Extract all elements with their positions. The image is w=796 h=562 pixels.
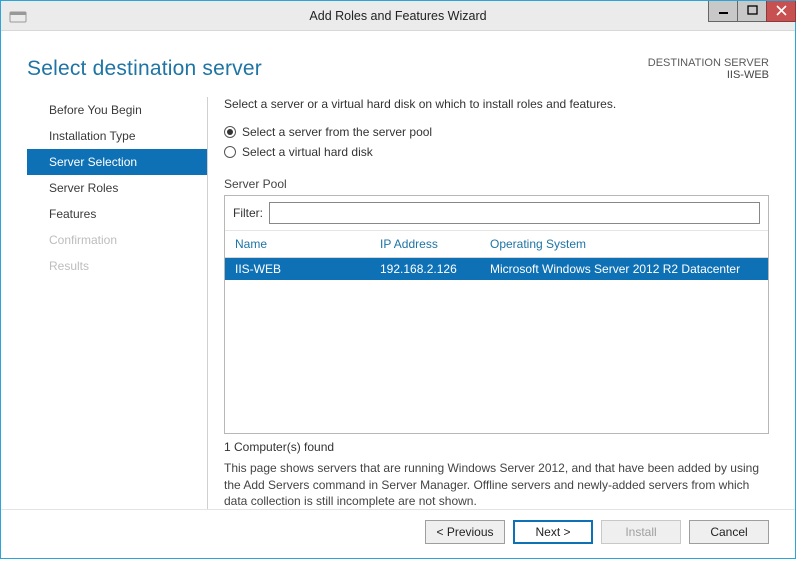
server-grid: Name IP Address Operating System IIS-WEB… — [225, 231, 768, 433]
help-text: This page shows servers that are running… — [224, 460, 769, 509]
nav-confirmation: Confirmation — [27, 227, 207, 253]
content: Select destination server DESTINATION SE… — [1, 31, 795, 558]
main-panel: Select a server or a virtual hard disk o… — [208, 91, 769, 509]
nav-server-selection[interactable]: Server Selection — [27, 149, 207, 175]
nav-installation-type[interactable]: Installation Type — [27, 123, 207, 149]
nav-features[interactable]: Features — [27, 201, 207, 227]
filter-row: Filter: — [225, 196, 768, 231]
cell-ip: 192.168.2.126 — [380, 262, 490, 276]
nav-server-roles[interactable]: Server Roles — [27, 175, 207, 201]
previous-button[interactable]: < Previous — [425, 520, 505, 544]
radio-label: Select a server from the server pool — [242, 125, 432, 139]
radio-icon — [224, 146, 236, 158]
cell-os: Microsoft Windows Server 2012 R2 Datacen… — [490, 262, 758, 276]
grid-body: IIS-WEB 192.168.2.126 Microsoft Windows … — [225, 258, 768, 433]
maximize-button[interactable] — [737, 1, 767, 22]
computers-found-text: 1 Computer(s) found — [224, 440, 769, 454]
radio-label: Select a virtual hard disk — [242, 145, 373, 159]
window-buttons — [708, 1, 795, 23]
page-title: Select destination server — [27, 57, 262, 81]
radio-virtual-hard-disk[interactable]: Select a virtual hard disk — [224, 145, 769, 159]
column-ip[interactable]: IP Address — [380, 237, 490, 251]
body-columns: Before You Begin Installation Type Serve… — [1, 91, 795, 509]
column-os[interactable]: Operating System — [490, 237, 758, 251]
minimize-button[interactable] — [708, 1, 738, 22]
filter-input[interactable] — [269, 202, 760, 224]
grid-header: Name IP Address Operating System — [225, 231, 768, 258]
server-pool-label: Server Pool — [224, 177, 769, 191]
cancel-button[interactable]: Cancel — [689, 520, 769, 544]
column-name[interactable]: Name — [235, 237, 380, 251]
header-area: Select destination server DESTINATION SE… — [1, 31, 795, 91]
radio-icon — [224, 126, 236, 138]
destination-label: DESTINATION SERVER — [648, 57, 769, 69]
next-button[interactable]: Next > — [513, 520, 593, 544]
footer: < Previous Next > Install Cancel — [1, 509, 795, 558]
destination-server: IIS-WEB — [648, 69, 769, 81]
server-pool-box: Filter: Name IP Address Operating System… — [224, 195, 769, 434]
wizard-window: Add Roles and Features Wizard Select des… — [0, 0, 796, 559]
server-row[interactable]: IIS-WEB 192.168.2.126 Microsoft Windows … — [225, 258, 768, 280]
close-button[interactable] — [766, 1, 796, 22]
nav-before-you-begin[interactable]: Before You Begin — [27, 97, 207, 123]
cell-name: IIS-WEB — [235, 262, 380, 276]
app-icon — [9, 9, 27, 23]
titlebar: Add Roles and Features Wizard — [1, 1, 795, 31]
install-button: Install — [601, 520, 681, 544]
instruction-text: Select a server or a virtual hard disk o… — [224, 97, 769, 111]
destination-block: DESTINATION SERVER IIS-WEB — [648, 57, 769, 81]
window-title: Add Roles and Features Wizard — [1, 9, 795, 23]
nav-results: Results — [27, 253, 207, 279]
filter-label: Filter: — [233, 206, 263, 220]
wizard-nav: Before You Begin Installation Type Serve… — [27, 91, 207, 509]
radio-server-pool[interactable]: Select a server from the server pool — [224, 125, 769, 139]
